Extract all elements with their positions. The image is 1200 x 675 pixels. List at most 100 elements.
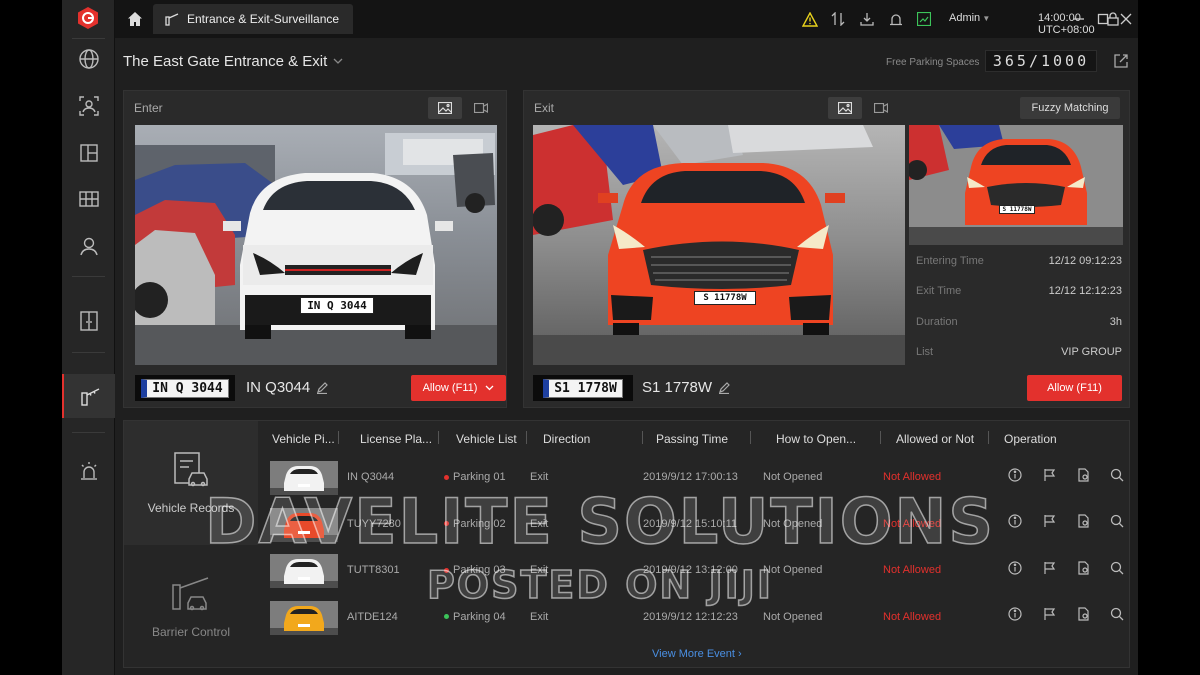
vehicle-records-icon [174,452,208,487]
enter-video-mode-button[interactable] [464,97,498,119]
sidebar-item-person[interactable] [62,224,115,268]
vehicle-list-value: Parking 03 [453,564,506,576]
search-button[interactable] [1107,467,1127,487]
report-button[interactable] [1073,514,1093,534]
sidebar-item-layout[interactable] [62,131,115,175]
plate-cell: TUYY7280 [347,517,401,530]
operation-cell [1005,514,1127,534]
barrier-control-tab[interactable]: Barrier Control [124,545,258,669]
tab-entrance-exit[interactable]: Entrance & Exit-Surveillance [153,4,353,34]
gate-selector[interactable]: The East Gate Entrance & Exit [123,53,343,70]
enter-allow-button[interactable]: Allow (F11) [411,375,506,401]
exit-plate-number: S1 1778W [642,379,730,396]
sidebar-item-alarm[interactable] [62,449,115,493]
transfer-button[interactable] [829,10,847,28]
view-more-label: View More Event [652,648,735,660]
warning-button[interactable] [801,10,819,28]
report-button[interactable] [1073,560,1093,580]
exit-plate-capture-text: S1 1778W [543,378,623,398]
fuzzy-matching-button[interactable]: Fuzzy Matching [1020,97,1120,119]
maximize-button[interactable] [1094,10,1112,28]
info-button[interactable] [1005,607,1025,627]
direction-cell: Exit [530,564,549,576]
vehicle-list-value: Parking 04 [453,610,506,623]
sidebar [62,0,115,675]
allowed-cell: Not Allowed [883,610,942,623]
vehicle-records-panel: Vehicle Records Barrier Control Vehicle … [123,420,1130,668]
sidebar-item-entrance-exit[interactable] [62,374,115,418]
image-icon [438,102,452,114]
report-button[interactable] [1073,467,1093,487]
column-header[interactable]: License Pla... [360,432,432,446]
column-header[interactable]: Passing Time [656,432,728,446]
export-icon[interactable] [1113,53,1129,69]
search-icon [1110,607,1124,626]
column-header[interactable]: Allowed or Not [896,432,974,446]
flag-button[interactable] [1039,560,1059,580]
column-header[interactable]: Vehicle List [456,432,517,446]
passing-time-cell: 2019/9/12 17:00:13 [643,471,738,483]
vehicle-thumbnail[interactable] [270,461,338,495]
alarm-light-icon [80,462,97,480]
edit-icon[interactable] [316,381,329,394]
table-row[interactable]: TUTT8301 Parking 03 Exit 2019/9/12 13:12:00… [260,548,1130,594]
flag-button[interactable] [1039,607,1059,627]
info-button[interactable] [1005,560,1025,580]
column-header[interactable]: How to Open... [776,432,856,446]
vehicle-thumbnail[interactable] [270,600,338,635]
free-spaces-counter: 365/1000 [985,50,1097,72]
table-row[interactable]: AITDE124 Parking 04 Exit 2019/9/12 12:12:23… [260,595,1130,641]
info-button[interactable] [1005,467,1025,487]
flag-button[interactable] [1039,467,1059,487]
column-header[interactable]: Direction [543,432,590,446]
report-button[interactable] [1073,607,1093,627]
exit-plate-capture: S1 1778W [533,375,633,401]
minimize-button[interactable] [1070,10,1088,28]
search-button[interactable] [1107,560,1127,580]
allowed-cell: Not Allowed [883,471,942,483]
column-header[interactable]: Operation [1004,432,1057,446]
enter-plate-capture: IN Q 3044 [135,375,235,401]
info-value: 3h [1109,316,1122,328]
vehicle-thumbnail[interactable] [270,554,338,588]
sidebar-divider [72,276,105,277]
vehicle-records-tab[interactable]: Vehicle Records [124,421,258,545]
column-header[interactable]: Vehicle Pi... [272,432,335,446]
allowed-cell: Not Allowed [883,564,942,576]
exit-allow-button[interactable]: Allow (F11) [1027,375,1122,401]
column-separator [642,431,643,444]
sidebar-item-person-recognition[interactable] [62,84,115,128]
enter-allow-label: Allow (F11) [422,382,478,394]
direction-cell: Exit [530,471,549,483]
column-separator [438,431,439,444]
enter-picture-mode-button[interactable] [428,97,462,119]
monitor-status-button[interactable] [915,10,933,28]
download-button[interactable] [858,10,876,28]
split-view-icon [79,144,98,162]
search-button[interactable] [1107,514,1127,534]
exit-picture-mode-button[interactable] [828,97,862,119]
admin-menu[interactable]: Admin ▼ [949,12,990,24]
home-button[interactable] [123,8,147,30]
vehicle-thumbnail[interactable] [270,507,338,542]
view-more-event-link[interactable]: View More Event › [652,648,742,660]
table-row[interactable]: TUYY7280 Parking 02 Exit 2019/9/12 15:10:11… [260,502,1130,548]
exit-snapshot-plate: S 11778W [999,205,1035,214]
document-icon [1077,607,1090,626]
edit-icon[interactable] [718,381,730,394]
list-row: List VIP GROUP [916,346,1122,358]
flag-button[interactable] [1039,514,1059,534]
sidebar-item-door[interactable] [62,299,115,343]
exit-video-mode-button[interactable] [864,97,898,119]
info-button[interactable] [1005,514,1025,534]
open-method-cell: Not Opened [763,517,823,530]
sidebar-item-grid[interactable] [62,177,115,221]
info-icon [1008,607,1022,626]
close-button[interactable] [1117,10,1135,28]
close-icon [1120,13,1132,25]
alarm-button[interactable] [887,10,905,28]
search-button[interactable] [1107,607,1127,627]
sidebar-item-globe[interactable] [62,37,115,81]
table-row[interactable]: IN Q3044 Parking 01 Exit 2019/9/12 17:00:13… [260,455,1130,501]
face-scan-icon [78,96,99,116]
